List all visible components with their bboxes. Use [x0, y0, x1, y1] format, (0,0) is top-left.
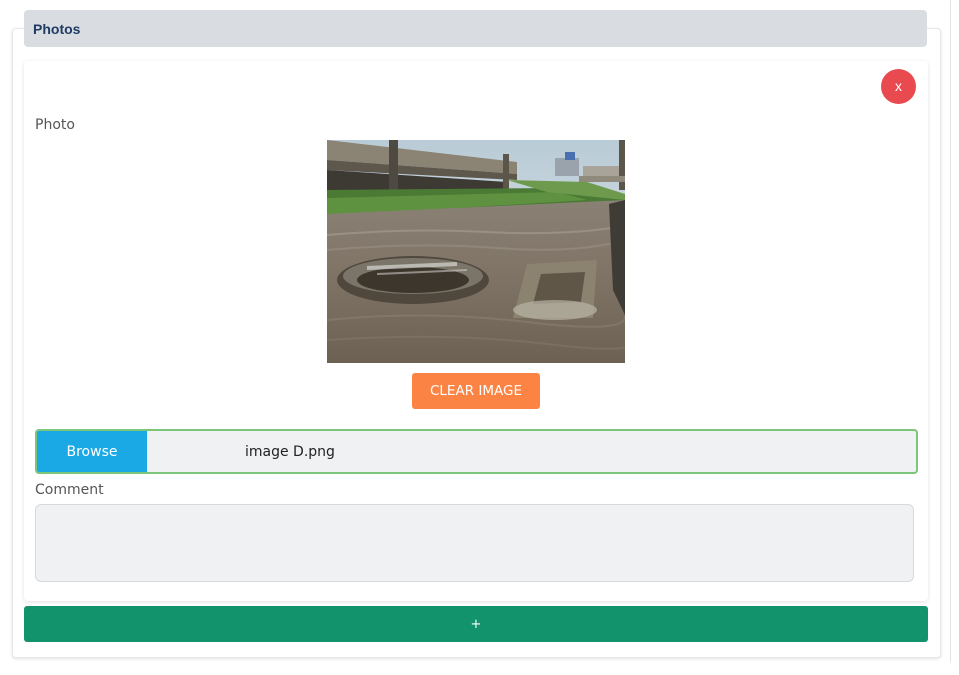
browse-button[interactable]: Browse — [37, 431, 147, 472]
page-divider — [950, 0, 951, 662]
comment-textarea[interactable] — [35, 504, 914, 582]
add-photo-button[interactable]: + — [24, 606, 928, 642]
section-header: Photos — [24, 10, 927, 47]
photo-label: Photo — [35, 117, 75, 133]
section-title: Photos — [33, 21, 81, 37]
photo-preview — [327, 140, 625, 363]
remove-photo-button[interactable]: x — [881, 69, 916, 104]
file-name: image D.png — [245, 444, 335, 460]
clear-image-button[interactable]: CLEAR IMAGE — [412, 373, 540, 409]
comment-label: Comment — [35, 482, 104, 498]
file-input[interactable]: Browse image D.png — [35, 429, 918, 474]
